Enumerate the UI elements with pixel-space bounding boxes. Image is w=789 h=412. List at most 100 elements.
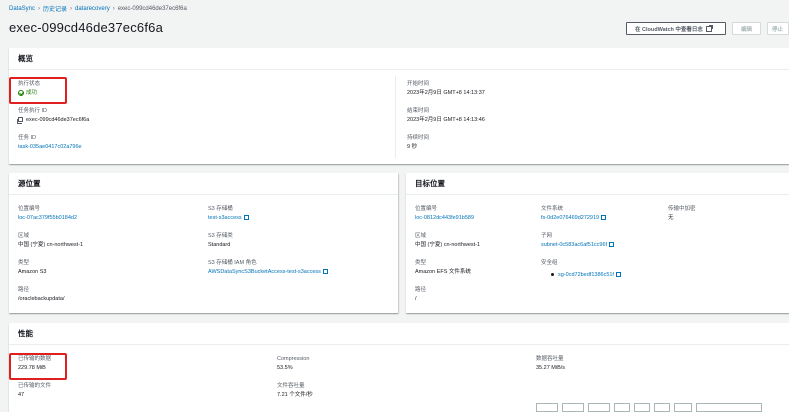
dest-transit-field: 传输中加密 无 (668, 206, 696, 222)
breadcrumb-history[interactable]: 历史记录 (43, 4, 67, 13)
source-type-label: 类型 (18, 260, 30, 266)
dest-sg-label: 安全组 (541, 260, 558, 266)
bottom-toolbar-partial (536, 403, 789, 412)
dest-subnet-field: 子网 subnet-0c583ac6af51cc96f (541, 233, 615, 249)
compression-field: Compression 53.5% (277, 356, 309, 372)
performance-header: 性能 (9, 323, 789, 345)
throughput-field: 数据吞吐量 35.27 MiB/s (536, 356, 565, 372)
source-loc-id-label: 位置编号 (18, 206, 41, 212)
toolbar-chip[interactable] (614, 403, 630, 412)
dest-sg-link[interactable]: sg-0cd72bedf1386c51f (558, 272, 614, 278)
external-link-icon[interactable] (609, 242, 615, 248)
dest-transit-label: 传输中加密 (668, 206, 696, 212)
files-label: 已传输的文件 (18, 383, 52, 389)
stop-button[interactable]: 停止 (767, 22, 789, 35)
source-loc-id-field: 位置编号 loc-07ac379f55b0184d2 (18, 206, 77, 222)
source-iam-label: S3 存储桶 IAM 角色 (208, 260, 257, 266)
duration-field: 持续时间 9 秒 (407, 135, 429, 151)
source-storage-class-label: S3 存储类 (208, 233, 233, 239)
chevron-right-icon: › (38, 5, 41, 12)
toolbar-chip[interactable] (588, 403, 610, 412)
source-type-value: Amazon S3 (18, 269, 47, 275)
toolbar-chip[interactable] (634, 403, 650, 412)
source-header: 源位置 (9, 173, 398, 195)
breadcrumb-datasync[interactable]: DataSync (9, 6, 35, 12)
dest-transit-value: 无 (668, 215, 674, 221)
dest-type-field: 类型 Amazon EFS 文件系统 (415, 260, 471, 276)
external-link-icon[interactable] (601, 215, 607, 221)
header-actions: 在 CloudWatch 中查看日志 编辑 停止 (625, 22, 789, 35)
toolbar-chip[interactable] (536, 403, 558, 412)
breadcrumb: DataSync › 历史记录 › datarecovery › exec-09… (9, 4, 187, 14)
destination-panel: 目标位置 位置编号 loc-0812dc443fe91b589 区域 中国 (宁… (406, 173, 789, 313)
end-time-value: 2023年2月9日 GMT+8 14:13:46 (407, 117, 485, 123)
edit-button[interactable]: 编辑 (731, 22, 761, 35)
duration-label: 持续时间 (407, 135, 430, 141)
dest-path-value: / (415, 296, 417, 302)
overview-header: 概览 (9, 48, 789, 70)
external-link-icon (705, 24, 713, 32)
chevron-right-icon: › (70, 5, 73, 12)
dest-path-field: 路径 / (415, 287, 426, 303)
source-type-field: 类型 Amazon S3 (18, 260, 46, 276)
breadcrumb-task[interactable]: datarecovery (75, 6, 110, 12)
breadcrumb-current: exec-099cd46de37ec6f6a (117, 5, 187, 12)
start-time-field: 开始时间 2023年2月9日 GMT+8 14:13:37 (407, 81, 485, 97)
source-bucket-label: S3 存储桶 (208, 206, 233, 212)
duration-value: 9 秒 (407, 144, 418, 150)
source-panel: 源位置 位置编号 loc-07ac379f55b0184d2 区域 中国 (宁夏… (9, 173, 398, 313)
dest-fs-field: 文件系统 fs-0d2e076469d272919 (541, 206, 607, 222)
page-title: exec-099cd46de37ec6f6a (9, 20, 164, 35)
file-throughput-field: 文件吞吐量 7.21 个文件/秒 (277, 383, 313, 399)
exec-id-field: 任务执行 ID exec-099cd46de37ec6f6a (17, 108, 90, 125)
dest-region-field: 区域 中国 (宁夏) cn-northwest-1 (415, 233, 480, 249)
dest-loc-id-label: 位置编号 (415, 206, 438, 212)
source-iam-link[interactable]: AWSDataSyncS3BucketAccess-test-s3access (208, 269, 321, 275)
transferred-highlight-box (9, 353, 67, 380)
source-loc-id-link[interactable]: loc-07ac379f55b0184d2 (18, 214, 77, 222)
external-link-icon[interactable] (322, 269, 328, 275)
source-region-label: 区域 (18, 233, 30, 239)
task-id-field: 任务 ID task-035ae0417c02a796e (18, 135, 82, 151)
column-divider (395, 76, 396, 158)
dest-subnet-link[interactable]: subnet-0c583ac6af51cc96f (541, 242, 607, 248)
source-bucket-link[interactable]: test-s3access (208, 215, 242, 221)
compression-label: Compression (277, 356, 310, 362)
status-highlight-box (9, 77, 67, 104)
source-iam-field: S3 存储桶 IAM 角色 AWSDataSyncS3BucketAccess-… (208, 260, 328, 276)
source-path-label: 路径 (18, 287, 30, 293)
source-path-field: 路径 /oraclebackupdata/ (18, 287, 64, 303)
source-region-field: 区域 中国 (宁夏) cn-northwest-1 (18, 233, 83, 249)
source-storage-class-value: Standard (208, 242, 231, 248)
end-time-label: 结束时间 (407, 108, 430, 114)
start-time-value: 2023年2月9日 GMT+8 14:13:37 (407, 90, 485, 96)
dest-fs-link[interactable]: fs-0d2e076469d272919 (541, 215, 599, 221)
dest-path-label: 路径 (415, 287, 427, 293)
copy-icon[interactable] (17, 117, 23, 125)
dest-region-value: 中国 (宁夏) cn-northwest-1 (415, 242, 481, 248)
external-link-icon[interactable] (615, 272, 621, 278)
source-storage-class-field: S3 存储类 Standard (208, 233, 233, 249)
file-throughput-value: 7.21 个文件/秒 (277, 392, 313, 398)
dest-loc-id-link[interactable]: loc-0812dc443fe91b589 (415, 214, 474, 222)
task-id-link[interactable]: task-035ae0417c02a796e (18, 143, 82, 151)
source-path-value: /oraclebackupdata/ (18, 296, 65, 302)
compression-value: 53.5% (277, 365, 293, 371)
toolbar-chip[interactable] (654, 403, 670, 412)
cloudwatch-button-label: 在 CloudWatch 中查看日志 (634, 26, 703, 33)
external-link-icon[interactable] (243, 215, 249, 221)
toolbar-chip[interactable] (562, 403, 584, 412)
dest-loc-id-field: 位置编号 loc-0812dc443fe91b589 (415, 206, 474, 222)
files-field: 已传输的文件 47 (18, 383, 51, 399)
exec-id-text: exec-099cd46de37ec6f6a (26, 117, 90, 123)
exec-id-value: exec-099cd46de37ec6f6a (17, 116, 90, 125)
dest-sg-field: 安全组 sg-0cd72bedf1386c51f (541, 260, 621, 279)
files-value: 47 (18, 392, 25, 398)
task-id-label: 任务 ID (18, 135, 37, 141)
bullet-icon (551, 273, 554, 277)
dest-region-label: 区域 (415, 233, 427, 239)
refresh-button[interactable] (674, 403, 692, 412)
view-cloudwatch-logs-button[interactable]: 在 CloudWatch 中查看日志 (625, 22, 726, 35)
toolbar-button[interactable] (696, 403, 762, 412)
source-region-value: 中国 (宁夏) cn-northwest-1 (18, 242, 84, 248)
